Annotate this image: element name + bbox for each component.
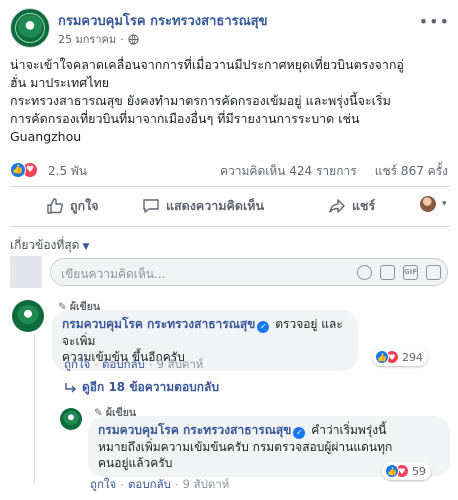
divider bbox=[10, 186, 450, 187]
post-text-line: Guangzhou bbox=[10, 129, 82, 144]
reaction-count[interactable]: 2.5 พัน bbox=[48, 162, 87, 181]
separator: · bbox=[94, 358, 98, 372]
separator: · bbox=[148, 358, 153, 372]
comment-timestamp[interactable]: 9 สัปดาห์ bbox=[183, 476, 230, 494]
comment-reply-link[interactable]: ตอบกลับ bbox=[128, 476, 171, 494]
composer-icons: GIF bbox=[357, 265, 441, 280]
comment-reactions[interactable]: 👍 ♥ 59 bbox=[382, 462, 431, 480]
view-more-replies-label: ดูอีก 18 ข้อความตอบกลับ bbox=[82, 380, 219, 394]
page-name-link[interactable]: กรมควบคุมโรค กระทรวงสาธารณสุข bbox=[58, 10, 268, 31]
like-button-label: ถูกใจ bbox=[70, 198, 99, 213]
reaction-icons[interactable]: 👍 ♥ bbox=[10, 162, 38, 178]
comment-reactions[interactable]: 👍 ♥ 294 bbox=[372, 348, 428, 366]
more-options-icon[interactable]: ••• bbox=[419, 12, 450, 31]
comment-count[interactable]: ความคิดเห็น 424 รายการ bbox=[220, 162, 357, 181]
post-text-line: กระทรวงสาธารณสุข ยังคงทำมาตรการคัดกรองเข… bbox=[10, 93, 391, 108]
camera-icon[interactable] bbox=[380, 265, 395, 280]
share-count[interactable]: แชร์ 867 ครั้ง bbox=[375, 162, 448, 181]
comment: ✎ ผู้เขียน กรมควบคุมโรค กระทรวงสาธารณสุข… bbox=[10, 298, 450, 378]
chevron-down-icon: ▾ bbox=[442, 199, 447, 209]
comment-reply-link[interactable]: ตอบกลับ bbox=[102, 356, 145, 374]
reply-arrow-icon bbox=[65, 382, 76, 392]
share-button-label: แชร์ bbox=[352, 198, 376, 213]
current-user-avatar bbox=[10, 256, 42, 288]
profile-avatar bbox=[420, 196, 436, 212]
page-avatar[interactable] bbox=[10, 8, 50, 48]
post-date[interactable]: 25 มกราคม bbox=[58, 30, 116, 48]
separator: · bbox=[174, 478, 179, 492]
post-header: กรมควบคุมโรค กระทรวงสาธารณสุข 25 มกราคม … bbox=[10, 8, 450, 50]
post-text-line: ฮั่น มาประเทศไทย bbox=[10, 75, 110, 90]
caret-down-icon: ▼ bbox=[82, 242, 90, 252]
like-reaction-icon: 👍 bbox=[385, 464, 399, 478]
comment-button-label: แสดงความคิดเห็น bbox=[166, 198, 265, 213]
comment-input-placeholder: เขียนความคิดเห็น... bbox=[61, 267, 166, 281]
meta-separator: · bbox=[120, 32, 124, 46]
like-reaction-icon: 👍 bbox=[375, 350, 389, 364]
comment-sort-dropdown[interactable]: เกี่ยวข้องที่สุด ▼ bbox=[10, 236, 89, 255]
comment-composer: เขียนความคิดเห็น... GIF bbox=[10, 256, 450, 288]
reactions-summary: 👍 ♥ 2.5 พัน ความคิดเห็น 424 รายการ แชร์ … bbox=[10, 160, 450, 180]
sort-label: เกี่ยวข้องที่สุด bbox=[10, 238, 80, 252]
emoji-icon[interactable] bbox=[357, 265, 372, 280]
globe-icon bbox=[127, 33, 139, 45]
share-icon bbox=[329, 199, 345, 213]
comment-actions: ถูกใจ · ตอบกลับ · 9 สัปดาห์ bbox=[64, 356, 203, 374]
comment-author-avatar[interactable] bbox=[60, 408, 82, 430]
post-text-line: การคัดกรองเที่ยวบินที่มาจากเมืองอื่นๆ ที… bbox=[10, 111, 360, 126]
thumbs-up-icon bbox=[47, 198, 63, 214]
comment-button[interactable]: แสดงความคิดเห็น bbox=[142, 196, 264, 216]
comment-input[interactable]: เขียนความคิดเห็น... GIF bbox=[50, 258, 448, 286]
sticker-icon[interactable] bbox=[426, 265, 441, 280]
post-text-line: น่าจะเข้าใจคลาดเคลื่อนจากการที่เมื่อวานม… bbox=[10, 57, 404, 72]
like-button[interactable]: ถูกใจ bbox=[46, 196, 99, 216]
comment-reaction-count: 59 bbox=[412, 464, 426, 478]
comment-text: หมายถึงเพิ่มความเข้มข้นครับ กรมตรวจสอบผู… bbox=[98, 440, 393, 454]
comment-like-link[interactable]: ถูกใจ bbox=[64, 356, 90, 374]
verified-badge-icon: ✓ bbox=[293, 427, 306, 439]
comment-icon bbox=[143, 199, 159, 213]
comment-timestamp[interactable]: 9 สัปดาห์ bbox=[157, 356, 204, 374]
divider bbox=[10, 226, 450, 227]
comment-text: คำว่าเริ่มพรุ่งนี้ bbox=[311, 423, 387, 437]
gif-icon[interactable]: GIF bbox=[403, 265, 418, 280]
reaction-audience-selector[interactable]: ▾ bbox=[420, 196, 447, 212]
like-reaction-icon: 👍 bbox=[10, 162, 26, 178]
comment-like-link[interactable]: ถูกใจ bbox=[90, 476, 116, 494]
comment-author-name[interactable]: กรมควบคุมโรค กระทรวงสาธารณสุข bbox=[62, 317, 255, 331]
comment-actions: ถูกใจ · ตอบกลับ · 9 สัปดาห์ bbox=[90, 476, 229, 494]
comment-author-name[interactable]: กรมควบคุมโรค กระทรวงสาธารณสุข bbox=[98, 423, 291, 437]
reply-comment: ✎ ผู้เขียน กรมควบคุมโรค กระทรวงสาธารณสุข… bbox=[58, 404, 450, 496]
view-more-replies-link[interactable]: ดูอีก 18 ข้อความตอบกลับ bbox=[64, 378, 219, 397]
comment-reaction-count: 294 bbox=[402, 350, 423, 364]
share-button[interactable]: แชร์ bbox=[328, 196, 375, 216]
verified-badge-icon: ✓ bbox=[257, 321, 270, 333]
comment-author-avatar[interactable] bbox=[12, 300, 44, 332]
comment-text: คนอยู่แล้วครับ bbox=[98, 456, 173, 470]
post-text: น่าจะเข้าใจคลาดเคลื่อนจากการที่เมื่อวานม… bbox=[10, 56, 450, 146]
post-action-bar: ถูกใจ แสดงความคิดเห็น แชร์ ▾ bbox=[10, 192, 450, 220]
post-meta: 25 มกราคม · bbox=[58, 30, 139, 48]
separator: · bbox=[120, 478, 124, 492]
